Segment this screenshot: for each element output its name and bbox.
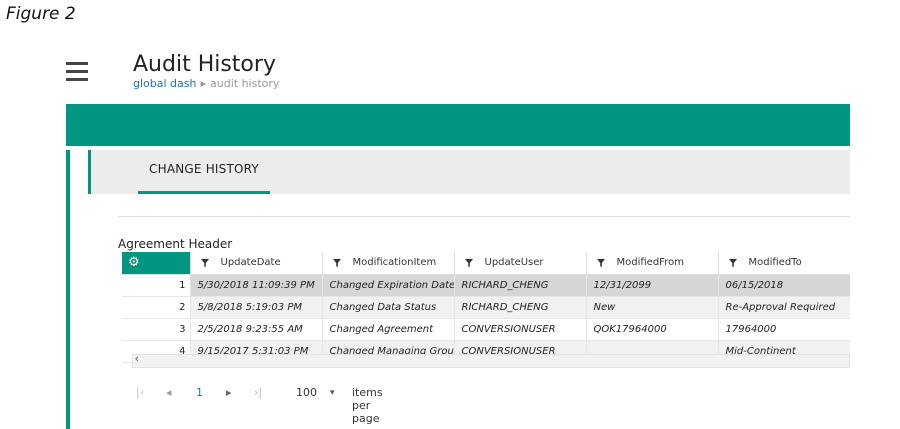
- active-tab-indicator: [138, 191, 270, 194]
- column-header-modifiedfrom[interactable]: ModifiedFrom: [585, 252, 718, 275]
- chevron-down-icon[interactable]: ▾: [330, 388, 335, 398]
- cell-modified-to: 17964000: [717, 318, 850, 341]
- row-number: 3: [122, 318, 190, 341]
- horizontal-scrollbar[interactable]: ‹: [132, 353, 850, 368]
- tab-label: CHANGE HISTORY: [149, 162, 259, 176]
- row-number: 2: [122, 296, 190, 319]
- cell-modification-item: Changed Data Status: [321, 296, 454, 319]
- filter-icon[interactable]: [464, 258, 473, 267]
- hamburger-icon[interactable]: [66, 62, 88, 82]
- column-title: ModificationItem: [352, 257, 437, 269]
- cell-modified-from: 12/31/2099: [585, 274, 718, 297]
- cell-update-date: 2/5/2018 9:23:55 AM: [189, 318, 322, 341]
- row-number: 1: [122, 274, 190, 297]
- column-header-modificationitem[interactable]: ModificationItem: [321, 252, 454, 275]
- header-bar: Audit History global dash ▸ audit history: [66, 44, 850, 104]
- breadcrumb: global dash ▸ audit history: [133, 77, 279, 90]
- tab-bar-accent: [88, 150, 91, 194]
- tab-change-history[interactable]: CHANGE HISTORY: [138, 150, 270, 194]
- divider: [118, 216, 850, 217]
- previous-page-button[interactable]: ◂: [166, 386, 172, 399]
- grid-header-row: ⚙ UpdateDate ModificationItem UpdateUser…: [122, 252, 850, 275]
- cell-modification-item: Changed Agreement: [321, 318, 454, 341]
- breadcrumb-link-global-dash[interactable]: global dash: [133, 77, 196, 90]
- table-row[interactable]: 2 5/8/2018 5:19:03 PM Changed Data Statu…: [122, 296, 850, 319]
- column-title: UpdateUser: [484, 257, 544, 269]
- filter-icon[interactable]: [332, 258, 341, 267]
- breadcrumb-separator: ▸: [200, 77, 207, 90]
- chevron-left-icon[interactable]: ‹: [135, 353, 139, 365]
- filter-icon[interactable]: [200, 258, 209, 267]
- page-number-current[interactable]: 1: [196, 386, 203, 399]
- column-header-modifiedto[interactable]: ModifiedTo: [717, 252, 850, 275]
- column-title: ModifiedFrom: [616, 257, 684, 269]
- app-window: Audit History global dash ▸ audit history …: [66, 44, 850, 429]
- column-title: ModifiedTo: [748, 257, 802, 269]
- figure-caption: Figure 2: [6, 4, 76, 24]
- audit-grid: ⚙ UpdateDate ModificationItem UpdateUser…: [122, 252, 850, 363]
- table-row[interactable]: 1 5/30/2018 11:09:39 PM Changed Expirati…: [122, 274, 850, 297]
- page-size-select[interactable]: 100: [296, 386, 317, 399]
- last-page-button[interactable]: ›|: [254, 386, 262, 399]
- breadcrumb-current: audit history: [210, 77, 280, 90]
- cell-update-user: RICHARD_CHENG: [453, 274, 586, 297]
- cell-update-date: 5/8/2018 5:19:03 PM: [189, 296, 322, 319]
- column-header-updatedate[interactable]: UpdateDate: [189, 252, 322, 275]
- grid-settings-button[interactable]: ⚙: [122, 252, 190, 275]
- items-per-page-label: items per page: [352, 386, 383, 425]
- column-header-updateuser[interactable]: UpdateUser: [453, 252, 586, 275]
- filter-icon[interactable]: [728, 258, 737, 267]
- column-title: UpdateDate: [220, 257, 281, 269]
- cell-modification-item: Changed Expiration Date: [321, 274, 454, 297]
- cell-modified-to: 06/15/2018: [717, 274, 850, 297]
- cell-update-user: CONVERSIONUSER: [453, 318, 586, 341]
- table-row[interactable]: 3 2/5/2018 9:23:55 AM Changed Agreement …: [122, 318, 850, 341]
- accent-banner: [66, 104, 850, 146]
- gear-icon: ⚙: [128, 255, 140, 270]
- page-title: Audit History: [133, 52, 276, 77]
- left-rail: [66, 150, 70, 429]
- filter-icon[interactable]: [596, 258, 605, 267]
- tab-bar: CHANGE HISTORY: [88, 150, 850, 194]
- section-title: Agreement Header: [118, 237, 233, 251]
- next-page-button[interactable]: ▸: [226, 386, 232, 399]
- first-page-button[interactable]: |‹: [136, 386, 144, 399]
- cell-modified-from: New: [585, 296, 718, 319]
- cell-update-date: 5/30/2018 11:09:39 PM: [189, 274, 322, 297]
- cell-modified-to: Re-Approval Required: [717, 296, 850, 319]
- cell-modified-from: QOK17964000: [585, 318, 718, 341]
- cell-update-user: RICHARD_CHENG: [453, 296, 586, 319]
